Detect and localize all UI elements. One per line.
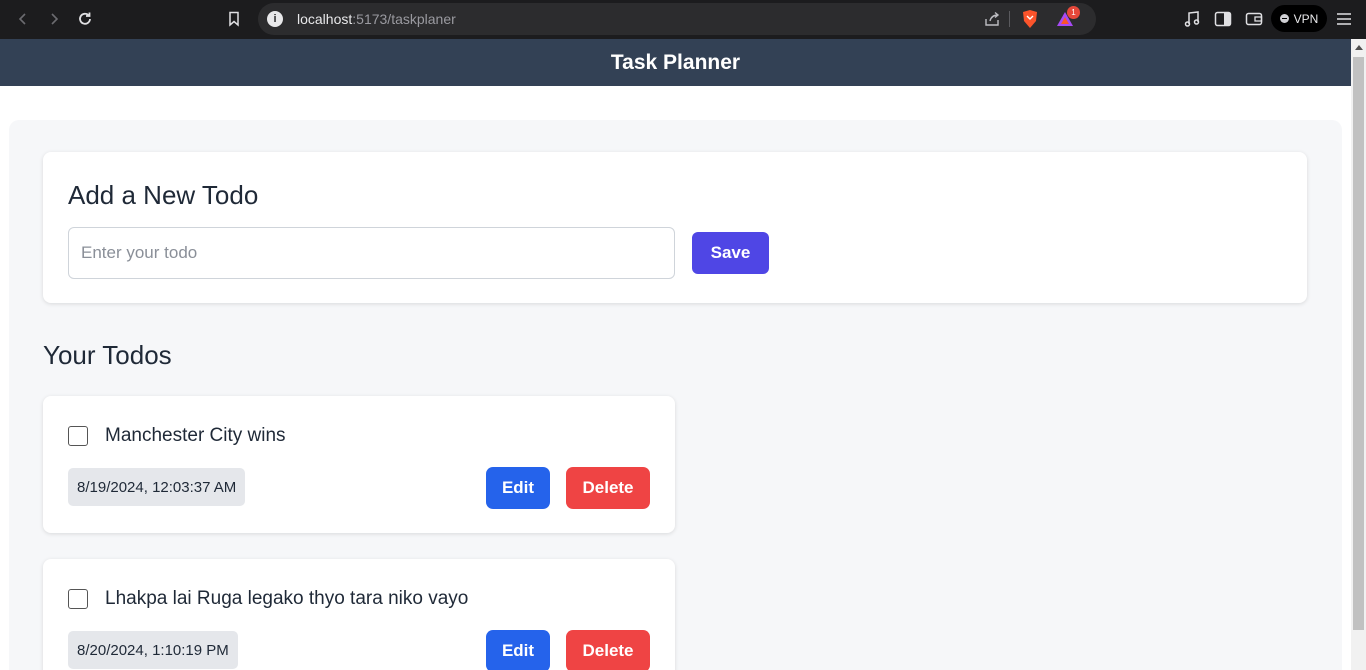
address-bar[interactable]: i localhost:5173/taskplaner: [258, 3, 1096, 35]
reload-icon[interactable]: [73, 7, 97, 31]
todo-date-badge: 8/19/2024, 12:03:37 AM: [68, 468, 246, 506]
rewards-badge: 1: [1067, 6, 1080, 19]
todo-text: Lhakpa lai Ruga legako thyo tara niko va…: [105, 588, 469, 609]
vpn-button[interactable]: VPN: [1271, 5, 1327, 32]
scroll-up-arrow-icon[interactable]: [1355, 45, 1363, 50]
browser-toolbar: i localhost:5173/taskplaner 1 VPN: [0, 0, 1366, 39]
app-header: Task Planner: [0, 39, 1351, 86]
delete-button[interactable]: Delete: [566, 630, 650, 670]
todo-checkbox[interactable]: [68, 589, 88, 609]
bookmark-icon[interactable]: [222, 7, 246, 31]
edit-button[interactable]: Edit: [486, 630, 550, 670]
toolbar-divider: [1009, 11, 1010, 27]
url-host: localhost: [297, 11, 353, 27]
wallet-icon[interactable]: [1243, 8, 1265, 30]
vpn-status-icon: [1279, 14, 1289, 23]
todo-card: Manchester City wins 8/19/2024, 12:03:37…: [43, 396, 675, 533]
sidebar-icon[interactable]: [1212, 8, 1234, 30]
page-scrollbar[interactable]: [1351, 39, 1366, 670]
forward-icon[interactable]: [42, 7, 66, 31]
share-icon[interactable]: [981, 8, 1003, 30]
scrollbar-thumb[interactable]: [1353, 57, 1364, 630]
save-button[interactable]: Save: [692, 232, 769, 274]
media-icon[interactable]: [1181, 8, 1203, 30]
todo-text: Manchester City wins: [105, 425, 286, 446]
todo-card: Lhakpa lai Ruga legako thyo tara niko va…: [43, 559, 675, 670]
todo-date-badge: 8/20/2024, 1:10:19 PM: [68, 631, 238, 669]
app-title: Task Planner: [610, 50, 741, 74]
todo-input[interactable]: [68, 227, 675, 279]
brave-shield-icon[interactable]: [1019, 8, 1041, 30]
edit-button[interactable]: Edit: [486, 467, 550, 509]
delete-button[interactable]: Delete: [566, 467, 650, 509]
todo-checkbox[interactable]: [68, 426, 88, 446]
url-path: :5173/taskplaner: [352, 11, 456, 27]
add-todo-title: Add a New Todo: [68, 180, 259, 210]
vpn-label: VPN: [1293, 11, 1319, 26]
site-info-icon[interactable]: i: [267, 11, 283, 27]
menu-icon[interactable]: [1333, 8, 1355, 30]
url-text: localhost:5173/taskplaner: [297, 11, 456, 27]
your-todos-title: Your Todos: [43, 340, 172, 370]
back-icon[interactable]: [11, 7, 35, 31]
add-todo-card: Add a New Todo Save: [43, 152, 1307, 303]
